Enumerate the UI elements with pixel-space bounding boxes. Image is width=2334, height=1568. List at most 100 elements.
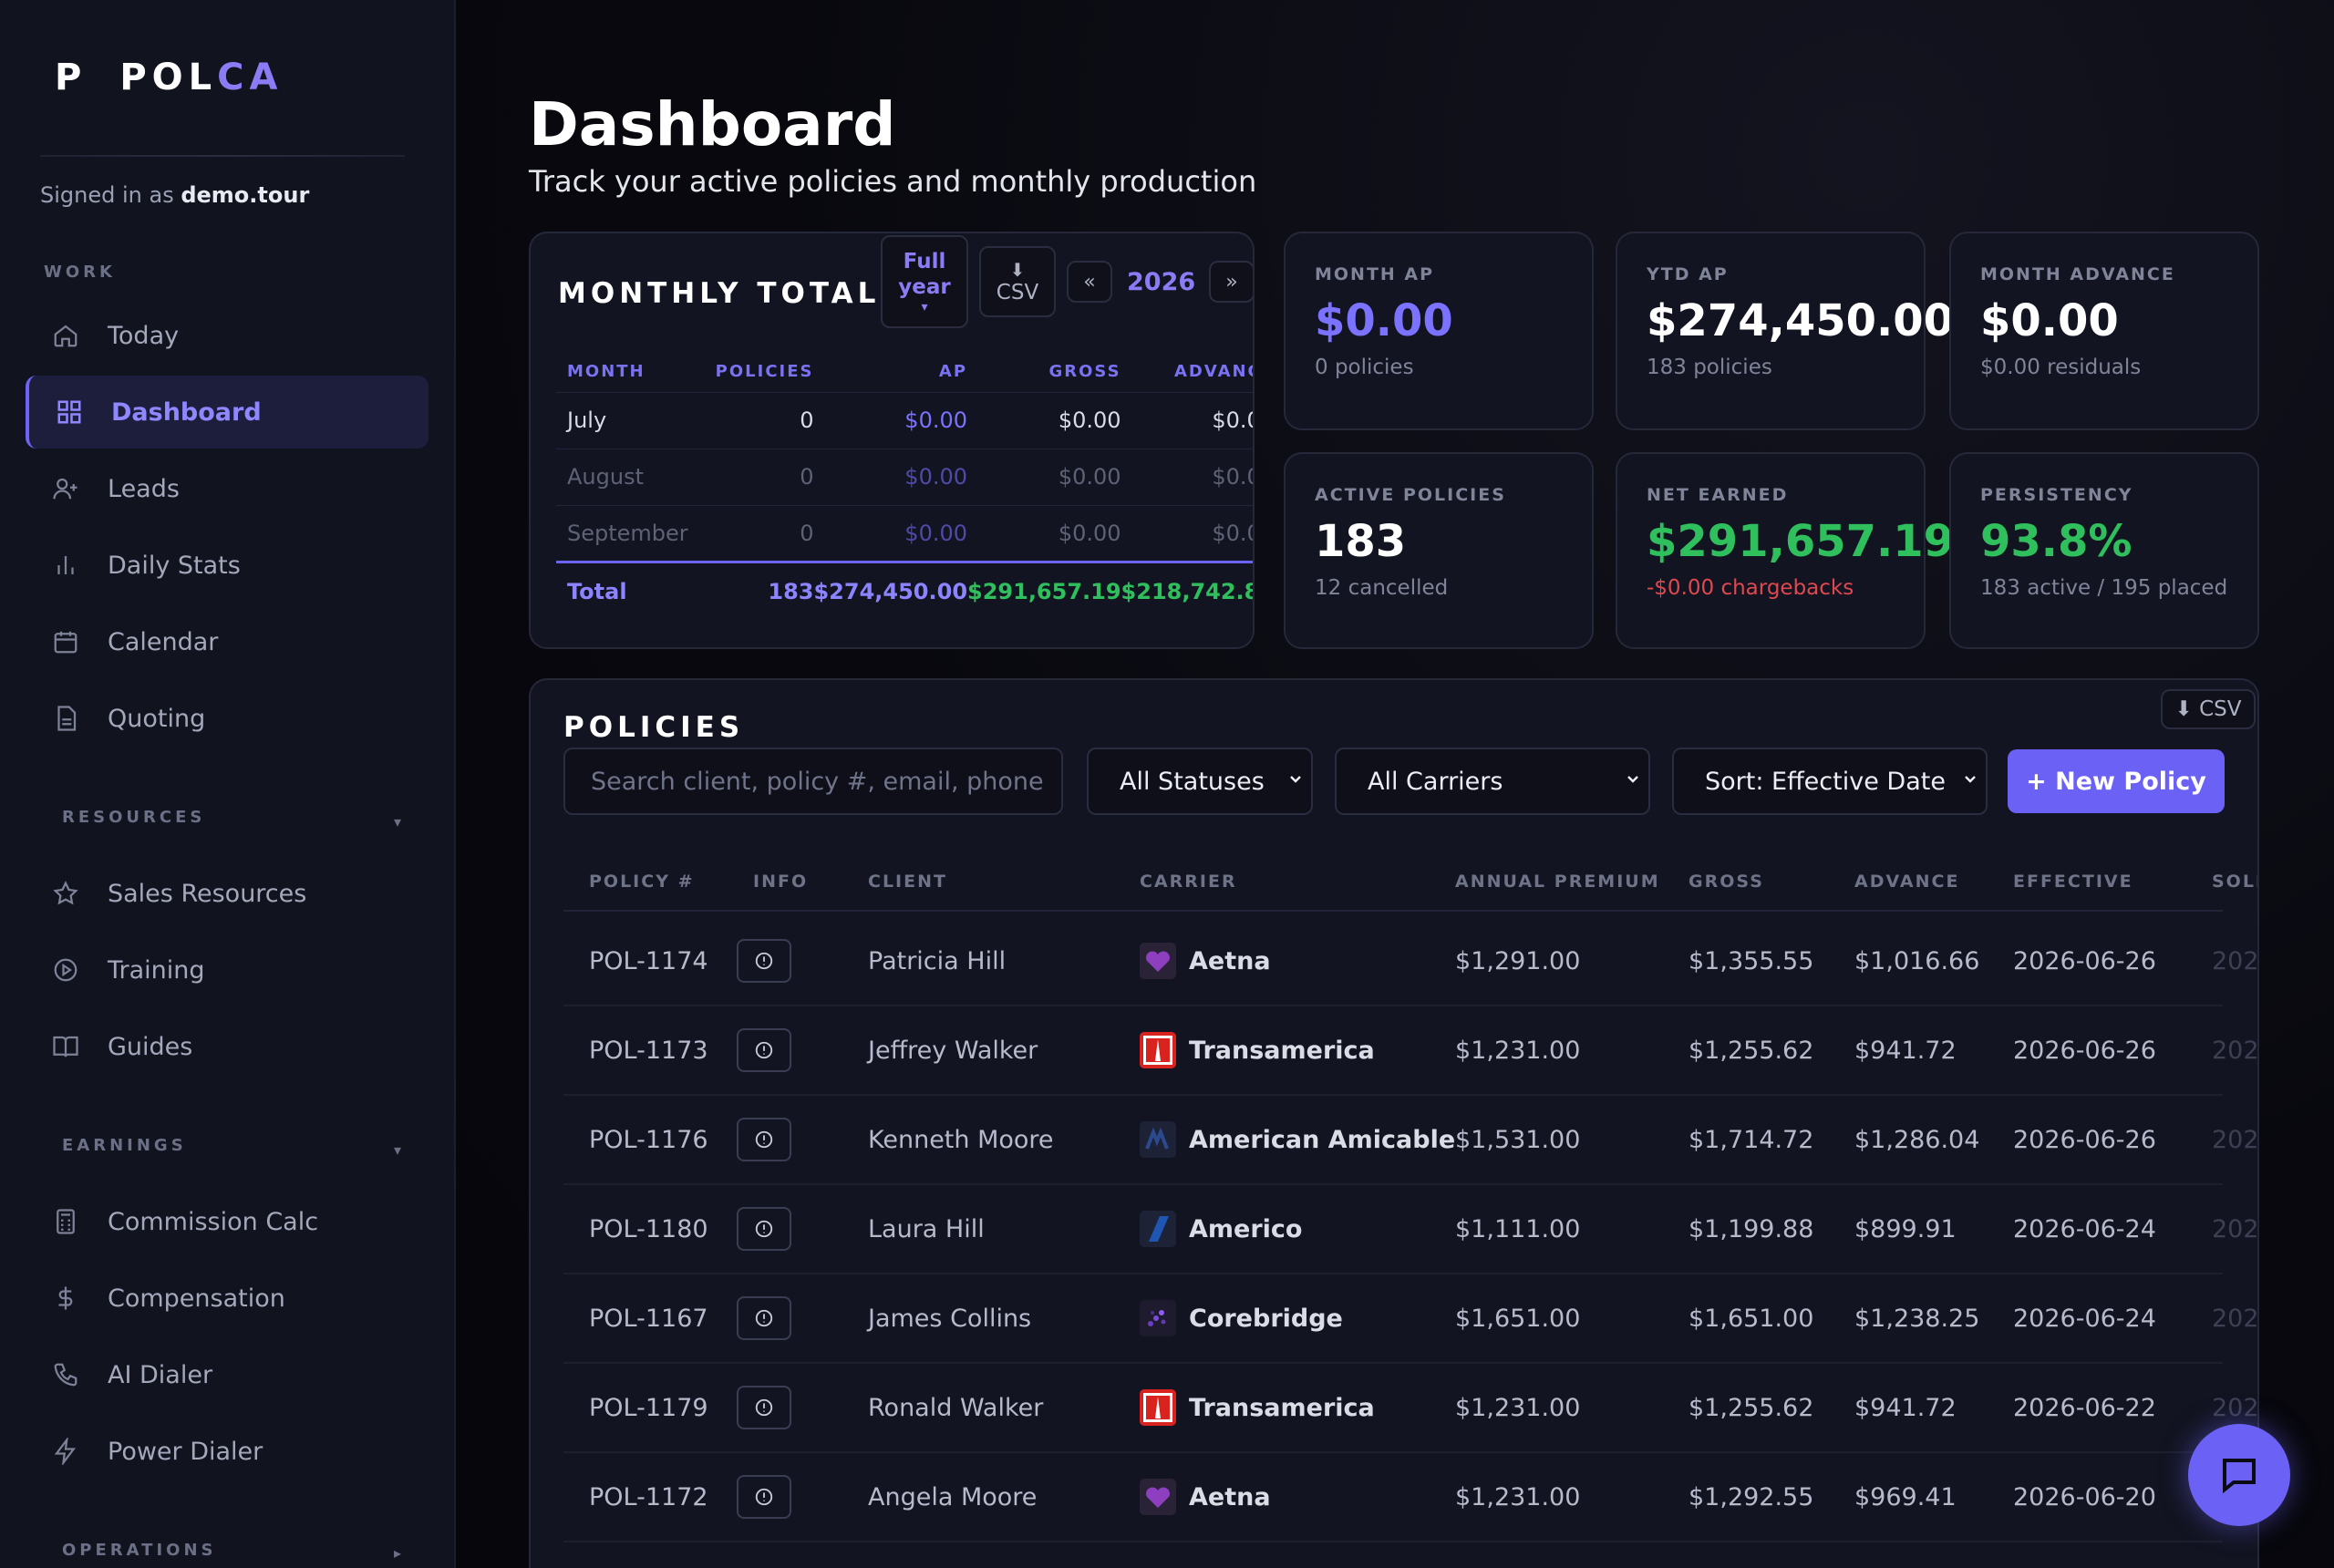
search-input[interactable]: Search client, policy #, email, phone: [563, 748, 1063, 815]
client-name[interactable]: Laura Hill: [868, 1183, 985, 1274]
sidebar-item-power-dialer[interactable]: Power Dialer: [26, 1415, 429, 1488]
column-header-premium[interactable]: ANNUAL PREMIUM: [1455, 872, 1660, 892]
chevron-down-icon: [1965, 776, 1976, 783]
column-header-sold[interactable]: SOLD: [2212, 872, 2257, 892]
column-header-carrier[interactable]: CARRIER: [1140, 872, 1237, 892]
effective-date: 2026-06-20: [2013, 1482, 2156, 1511]
gross-cell: $0.00: [967, 391, 1121, 449]
stat-sub: $0.00 residuals: [1980, 356, 2142, 379]
table-row[interactable]: POL-1173 Jeffrey Walker Transamerica $1,…: [563, 1005, 2257, 1096]
column-header-effective[interactable]: EFFECTIVE: [2013, 872, 2133, 892]
sidebar-item-training[interactable]: Training: [26, 934, 429, 1006]
sidebar-item-today[interactable]: Today: [26, 299, 429, 372]
stat-value: $291,657.19: [1647, 516, 1955, 567]
advance: $941.72: [1854, 1036, 1957, 1065]
month-cell: July: [556, 391, 688, 449]
section-resources-label: RESOURCES: [62, 808, 206, 827]
policy-number[interactable]: POL-1176: [589, 1094, 708, 1185]
table-row[interactable]: POL-1180 Laura Hill Americo $1,111.00 $1…: [563, 1183, 2257, 1274]
policy-number[interactable]: POL-1180: [589, 1183, 708, 1274]
stat-label: ACTIVE POLICIES: [1315, 485, 1506, 505]
policies-csv-button[interactable]: ⬇ CSV: [2161, 689, 2256, 729]
column-header-gross[interactable]: GROSS: [1689, 872, 1764, 892]
operations-toggle[interactable]: ▸: [394, 1544, 401, 1562]
carrier-name: Aetna: [1189, 946, 1271, 975]
policy-number[interactable]: POL-1179: [589, 1362, 708, 1453]
brand-name-prefix: POL: [119, 57, 218, 98]
sidebar-item-label: Quoting: [108, 704, 206, 733]
info-button[interactable]: [737, 1028, 791, 1072]
info-button[interactable]: [737, 1386, 791, 1429]
info-button[interactable]: [737, 1118, 791, 1161]
info-button[interactable]: [737, 1296, 791, 1340]
status-filter-select[interactable]: All Statuses: [1087, 748, 1313, 815]
resources-toggle[interactable]: ▾: [394, 813, 401, 830]
sidebar-item-guides[interactable]: Guides: [26, 1010, 429, 1083]
policy-number[interactable]: POL-1173: [589, 1005, 708, 1096]
client-name[interactable]: James Collins: [868, 1273, 1031, 1364]
info-icon: [755, 1398, 773, 1417]
policies-cell: 0: [687, 448, 814, 505]
gross: $1,292.55: [1689, 1482, 1814, 1511]
range-select[interactable]: Full year ▾: [881, 235, 968, 328]
earnings-toggle[interactable]: ▾: [394, 1141, 401, 1159]
monthly-totals-table: MONTH POLICIES AP GROSS ADVANCE July 0 $…: [556, 352, 1253, 620]
column-header-policy[interactable]: POLICY #: [589, 872, 695, 892]
sidebar-item-commission-calc[interactable]: Commission Calc: [26, 1185, 429, 1258]
chat-button[interactable]: [2188, 1424, 2290, 1526]
stat-card-ytd-ap: YTD AP $274,450.00 183 policies: [1616, 232, 1954, 430]
monthly-csv-button[interactable]: ⬇ CSV: [979, 246, 1056, 317]
carrier-name: Americo: [1189, 1214, 1303, 1243]
gross: $1,255.62: [1689, 1393, 1814, 1422]
table-row[interactable]: POL-1174 Patricia Hill Aetna $1,291.00 $…: [563, 915, 2257, 1006]
prev-year-button[interactable]: «: [1067, 261, 1112, 303]
sort-select[interactable]: Sort: Effective Date: [1672, 748, 1988, 815]
carrier-name: Transamerica: [1189, 1393, 1375, 1422]
sidebar-item-compensation[interactable]: Compensation: [26, 1262, 429, 1335]
total-row: Total 183 $274,450.00 $291,657.19 $218,7…: [556, 560, 1253, 620]
client-name[interactable]: Kenneth Moore: [868, 1094, 1054, 1185]
info-button[interactable]: [737, 1207, 791, 1251]
table-row[interactable]: POL-1176 Kenneth Moore American Amicable…: [563, 1094, 2257, 1185]
column-header-client[interactable]: CLIENT: [868, 872, 947, 892]
table-row[interactable]: POL-1172 Angela Moore Aetna $1,231.00 $1…: [563, 1451, 2257, 1542]
sidebar-item-daily-stats[interactable]: Daily Stats: [26, 529, 429, 602]
sold-date: 202: [2212, 946, 2259, 975]
sidebar-item-calendar[interactable]: Calendar: [26, 605, 429, 678]
sidebar-item-quoting[interactable]: Quoting: [26, 682, 429, 755]
client-name[interactable]: Ronald Walker: [868, 1362, 1043, 1453]
stat-label: YTD AP: [1647, 264, 1729, 284]
total-label: Total: [556, 560, 688, 620]
sidebar-item-ai-dialer[interactable]: AI Dialer: [26, 1338, 429, 1411]
total-advance: $218,742.89: [1121, 560, 1253, 620]
policy-number[interactable]: POL-1167: [589, 1273, 708, 1364]
sidebar: P POLCA Signed in as demo.tour WORK Today…: [0, 0, 456, 1568]
client-name[interactable]: Angela Moore: [868, 1451, 1037, 1542]
brand-logo[interactable]: P POLCA: [55, 57, 283, 98]
info-button[interactable]: [737, 939, 791, 983]
info-button[interactable]: [737, 1475, 791, 1519]
next-year-button[interactable]: »: [1209, 261, 1253, 303]
info-icon: [755, 1220, 773, 1238]
policy-number[interactable]: POL-1174: [589, 915, 708, 1006]
column-header-advance[interactable]: ADVANCE: [1854, 872, 1959, 892]
carrier-cell: Transamerica: [1138, 1005, 1375, 1096]
sold-date: 202: [2212, 1214, 2259, 1243]
advance: $899.91: [1854, 1214, 1957, 1243]
carrier-name: Corebridge: [1189, 1304, 1343, 1333]
annual-premium: $1,111.00: [1455, 1214, 1581, 1243]
sidebar-item-sales-resources[interactable]: Sales Resources: [26, 857, 429, 930]
table-row[interactable]: POL-1167 James Collins Corebridge $1,651…: [563, 1273, 2257, 1364]
sidebar-item-dashboard[interactable]: Dashboard: [26, 376, 429, 449]
client-name[interactable]: Patricia Hill: [868, 915, 1006, 1006]
page-title: Dashboard: [529, 89, 896, 160]
client-name[interactable]: Jeffrey Walker: [868, 1005, 1038, 1096]
policy-number[interactable]: POL-1172: [589, 1451, 708, 1542]
info-icon: [755, 1309, 773, 1327]
table-row[interactable]: POL-1179 Ronald Walker Transamerica $1,2…: [563, 1362, 2257, 1453]
sidebar-item-leads[interactable]: Leads: [26, 452, 429, 525]
column-header: MONTH: [567, 362, 645, 382]
carrier-filter-select[interactable]: All Carriers: [1335, 748, 1650, 815]
new-policy-button[interactable]: + New Policy: [2008, 749, 2225, 813]
annual-premium: $1,231.00: [1455, 1482, 1581, 1511]
